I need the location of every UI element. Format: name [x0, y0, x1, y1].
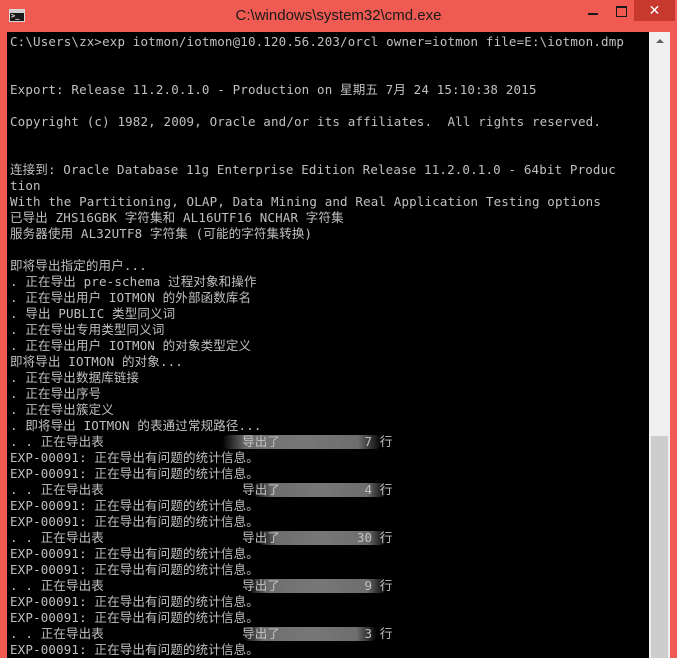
scrollbar-thumb[interactable] — [651, 436, 668, 658]
console-line: . 正在导出簇定义 — [10, 402, 114, 417]
console-error-line: EXP-00091: 正在导出有问题的统计信息。 — [10, 450, 259, 465]
console-error-line: EXP-00091: 正在导出有问题的统计信息。 — [10, 466, 259, 481]
maximize-icon — [615, 5, 627, 17]
title-bar[interactable]: C:\windows\system32\cmd.exe ✕ — [0, 0, 677, 32]
cmd-window: C:\windows\system32\cmd.exe ✕ C:\Users\z… — [0, 0, 677, 658]
redaction-blur — [242, 627, 377, 641]
minimize-icon — [588, 13, 598, 15]
console-line: C:\Users\zx>exp iotmon/iotmon@10.120.56.… — [10, 34, 625, 49]
console-error-line: EXP-00091: 正在导出有问题的统计信息。 — [10, 562, 259, 577]
console-line: 已导出 ZHS16GBK 字符集和 AL16UTF16 NCHAR 字符集 — [10, 210, 344, 225]
console-line: 连接到: Oracle Database 11g Enterprise Edit… — [10, 162, 616, 177]
maximize-button[interactable] — [608, 0, 634, 22]
console-line: . 正在导出专用类型同义词 — [10, 322, 165, 337]
console-error-line: EXP-00091: 正在导出有问题的统计信息。 — [10, 610, 259, 625]
redaction-blur — [247, 579, 387, 593]
scroll-up-arrow-icon[interactable] — [649, 32, 670, 49]
console-line: . 导出 PUBLIC 类型同义词 — [10, 306, 176, 321]
console-line: . 正在导出用户 IOTMON 的对象类型定义 — [10, 338, 252, 353]
vertical-scrollbar[interactable] — [649, 32, 670, 658]
console-line: 即将导出 IOTMON 的对象... — [10, 354, 183, 369]
console-line: . 正在导出用户 IOTMON 的外部函数库名 — [10, 290, 252, 305]
console-line: With the Partitioning, OLAP, Data Mining… — [10, 194, 602, 209]
console-line: . 正在导出序号 — [10, 386, 102, 401]
console-error-line: EXP-00091: 正在导出有问题的统计信息。 — [10, 546, 259, 561]
close-icon: ✕ — [648, 2, 661, 19]
console-error-line: EXP-00091: 正在导出有问题的统计信息。 — [10, 498, 259, 513]
console-line: Export: Release 11.2.0.1.0 - Production … — [10, 82, 537, 97]
redaction-blur — [257, 531, 387, 545]
close-button[interactable]: ✕ — [634, 0, 675, 21]
minimize-button[interactable] — [578, 0, 608, 22]
console-output[interactable]: C:\Users\zx>exp iotmon/iotmon@10.120.56.… — [7, 32, 649, 658]
redaction-blur — [222, 435, 382, 449]
console-line: Copyright (c) 1982, 2009, Oracle and/or … — [10, 114, 602, 129]
window-frame-right — [670, 32, 677, 658]
console-line: 服务器使用 AL32UTF8 字符集 (可能的字符集转换) — [10, 226, 313, 241]
console-line: . 正在导出数据库链接 — [10, 370, 140, 385]
console-line: tion — [10, 178, 41, 193]
console-error-line: EXP-00091: 正在导出有问题的统计信息。 — [10, 514, 259, 529]
console-error-line: EXP-00091: 正在导出有问题的统计信息。 — [10, 594, 259, 609]
console-line: . 即将导出 IOTMON 的表通过常规路径... — [10, 418, 262, 433]
window-title: C:\windows\system32\cmd.exe — [235, 7, 442, 24]
console-line: . 正在导出 pre-schema 过程对象和操作 — [10, 274, 257, 289]
console-error-line: EXP-00091: 正在导出有问题的统计信息。 — [10, 642, 259, 657]
console-line: 即将导出指定的用户... — [10, 258, 147, 273]
redaction-blur — [252, 483, 387, 497]
